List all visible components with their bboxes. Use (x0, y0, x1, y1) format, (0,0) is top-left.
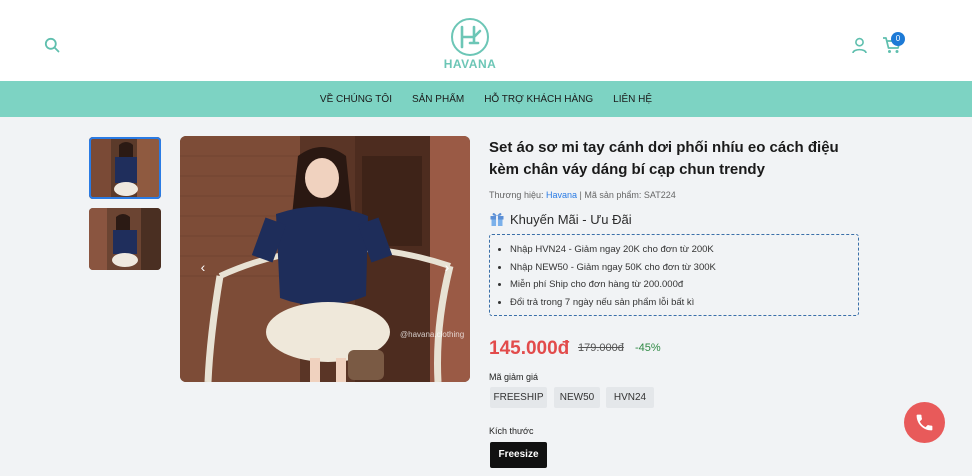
promo-title: Khuyến Mãi - Ưu Đãi (510, 211, 632, 227)
main-product-image[interactable] (180, 136, 470, 382)
sku-label: | Mã sản phẩm: SAT224 (579, 190, 676, 200)
logo[interactable]: HAVANA (440, 17, 500, 75)
brand-link[interactable]: Havana (546, 190, 577, 200)
logo-text: HAVANA (443, 57, 497, 71)
gift-icon (490, 213, 504, 226)
nav-item-about[interactable]: VỀ CHÚNG TÔI (310, 94, 402, 105)
main-nav: VỀ CHÚNG TÔI SẢN PHẨM HỖ TRỢ KHÁCH HÀNG … (0, 81, 972, 117)
coupon-hvn24[interactable]: HVN24 (606, 387, 654, 408)
coupon-label: Mã giảm giá (489, 372, 539, 382)
thumbnail-image (89, 208, 161, 270)
product-meta: Thương hiệu: Havana | Mã sản phẩm: SAT22… (489, 190, 676, 200)
user-icon[interactable] (851, 37, 868, 54)
thumbnail-2[interactable] (89, 208, 161, 270)
gallery-prev-button[interactable]: ‹ (196, 258, 210, 276)
thumbnail-image (89, 137, 161, 199)
sale-price: 145.000đ (489, 338, 570, 359)
promo-heading: Khuyến Mãi - Ưu Đãi (489, 211, 632, 227)
cart-count-badge: 0 (891, 32, 905, 46)
brand-label: Thương hiệu: (489, 190, 544, 200)
nav-item-support[interactable]: HỖ TRỢ KHÁCH HÀNG (474, 94, 603, 105)
nav-item-products[interactable]: SẢN PHẨM (402, 94, 474, 105)
size-label: Kích thước (489, 426, 534, 436)
promo-item: Miễn phí Ship cho đơn hàng từ 200.000đ (510, 276, 858, 294)
logo-icon (451, 18, 489, 56)
promo-item: Nhập HVN24 - Giảm ngay 20K cho đơn từ 20… (510, 241, 858, 259)
promo-list: Nhập HVN24 - Giảm ngay 20K cho đơn từ 20… (489, 234, 859, 316)
phone-icon (916, 414, 933, 431)
nav-item-contact[interactable]: LIÊN HỆ (603, 94, 662, 105)
coupon-new50[interactable]: NEW50 (554, 387, 600, 408)
thumbnail-1[interactable] (89, 137, 161, 199)
discount-percent: -45% (635, 342, 661, 354)
call-button[interactable] (904, 402, 945, 443)
gallery-next-button[interactable]: › (440, 258, 454, 276)
size-option-freesize[interactable]: Freesize (490, 442, 547, 468)
promo-item: Đổi trả trong 7 ngày nếu sản phẩm lỗi bấ… (510, 294, 858, 312)
image-watermark: @havana.clothing (400, 330, 465, 339)
site-header: HAVANA 0 (0, 0, 972, 81)
search-icon[interactable] (44, 37, 60, 53)
original-price: 179.000đ (578, 342, 624, 354)
product-title: Set áo sơ mi tay cánh dơi phối nhíu eo c… (489, 139, 839, 178)
product-photo (180, 136, 470, 382)
promo-item: Nhập NEW50 - Giảm ngay 50K cho đơn từ 30… (510, 259, 858, 277)
coupon-freeship[interactable]: FREESHIP (490, 387, 547, 408)
